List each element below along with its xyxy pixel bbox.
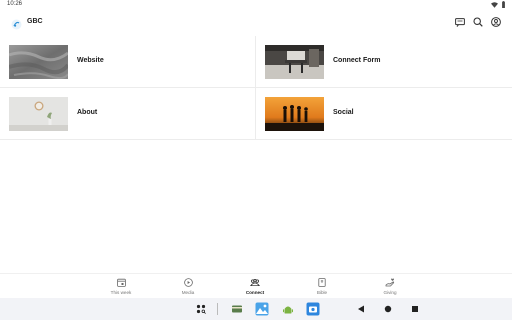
system-taskbar	[0, 298, 512, 320]
app-bar: GBC	[0, 12, 512, 34]
messages-icon[interactable]	[454, 16, 466, 28]
calendar-icon	[116, 277, 126, 287]
search-icon[interactable]	[472, 16, 484, 28]
status-time: 10:26	[7, 1, 23, 7]
textured-surface-photo	[9, 45, 68, 79]
tile-about[interactable]: About	[0, 88, 256, 140]
status-bar: 10:26	[0, 0, 512, 10]
nav-this-week[interactable]: This week	[101, 277, 141, 295]
taskbar-divider	[217, 303, 218, 315]
gbc-logo-icon	[11, 17, 22, 30]
app-actions	[454, 16, 502, 28]
nav-connect[interactable]: Connect	[235, 277, 275, 295]
tile-connect-form[interactable]: Connect Form	[256, 36, 512, 88]
nav-label: Giving	[383, 290, 397, 295]
tile-label: About	[77, 109, 98, 116]
nav-media[interactable]: Media	[168, 277, 208, 295]
tile-social[interactable]: Social	[256, 88, 512, 140]
nav-label: This week	[110, 290, 132, 295]
book-icon	[317, 277, 327, 287]
tile-label: Connect Form	[333, 57, 381, 64]
connect-grid: Website Connect Form About Social	[0, 36, 512, 140]
nav-label: Media	[181, 290, 195, 295]
nav-bible[interactable]: Bible	[302, 277, 342, 295]
tile-label: Social	[333, 109, 354, 116]
tile-label: Website	[77, 57, 104, 64]
battery-icon	[501, 1, 506, 10]
camera-app-icon[interactable]	[306, 302, 320, 316]
wall-clock-photo	[9, 97, 68, 131]
chair-photo	[265, 45, 324, 79]
app-drawer-icon[interactable]	[194, 302, 208, 316]
nav-label: Connect	[245, 290, 265, 295]
gallery-app-icon[interactable]	[255, 302, 269, 316]
recents-icon[interactable]	[408, 302, 422, 316]
nav-label: Bible	[316, 290, 328, 295]
home-icon[interactable]	[381, 302, 395, 316]
android-app-icon[interactable]	[281, 302, 295, 316]
back-icon[interactable]	[354, 302, 368, 316]
bottom-nav: This week Media Connect Bible Giving	[0, 273, 512, 298]
people-icon	[250, 277, 260, 287]
tile-website[interactable]: Website	[0, 36, 256, 88]
app-title: GBC	[27, 18, 43, 25]
account-icon[interactable]	[490, 16, 502, 28]
cards-app-icon[interactable]	[230, 302, 244, 316]
nav-giving[interactable]: Giving	[370, 277, 410, 295]
sunset-silhouettes-photo	[265, 97, 324, 131]
play-circle-icon	[183, 277, 193, 287]
status-icons	[491, 1, 506, 10]
wifi-icon	[491, 1, 498, 10]
giving-hand-icon	[385, 277, 395, 287]
